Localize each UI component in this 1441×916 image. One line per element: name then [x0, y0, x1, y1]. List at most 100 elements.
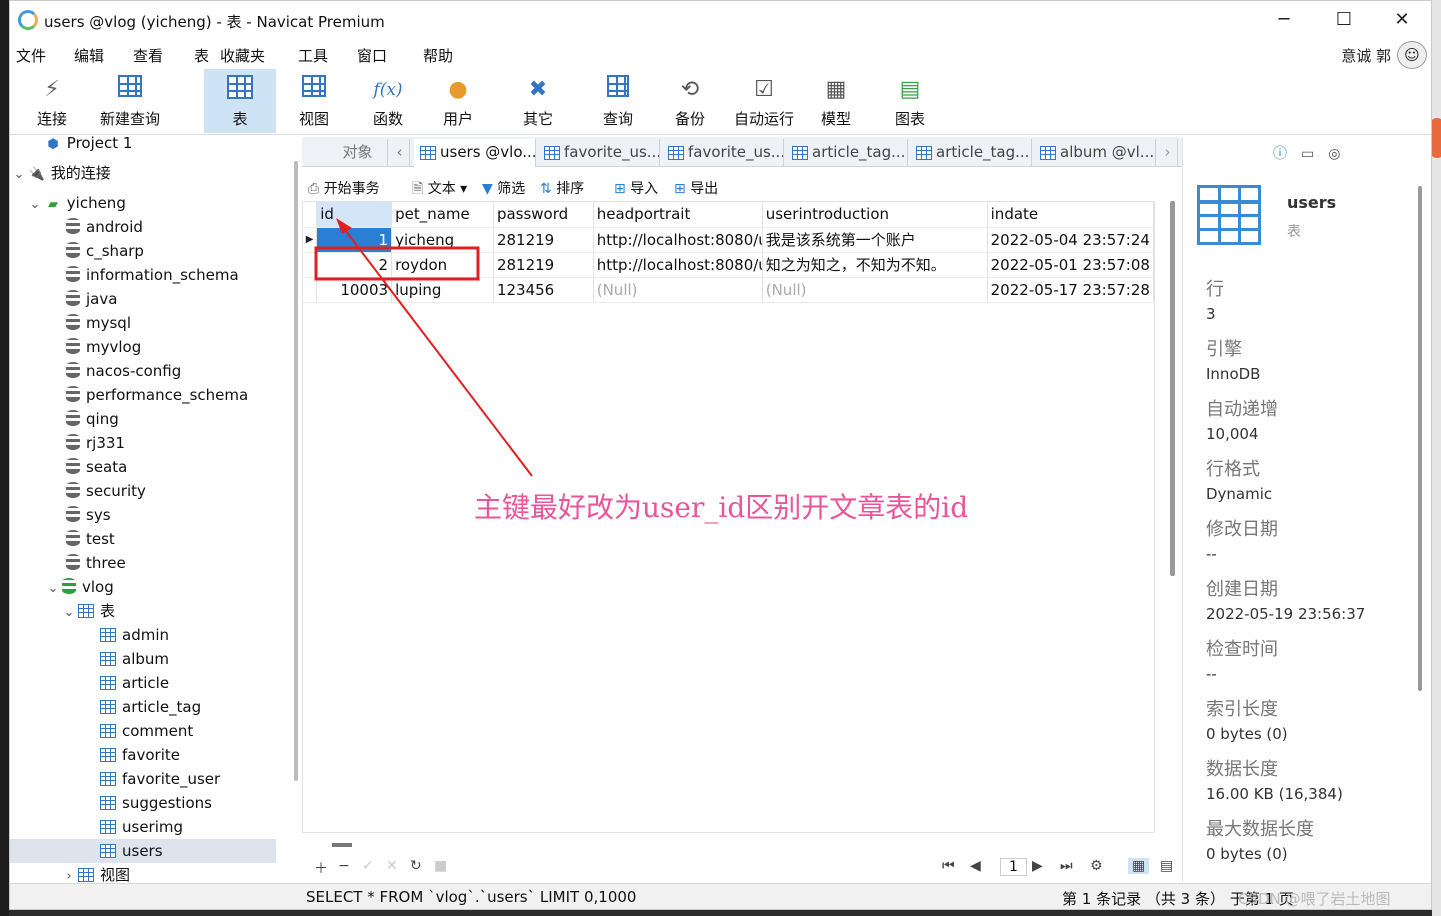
- tree-table[interactable]: favorite_user: [100, 767, 220, 791]
- cell-password[interactable]: 281219: [493, 252, 594, 278]
- apply-changes-icon[interactable]: ✓: [362, 858, 374, 874]
- connect-button[interactable]: ⚡ 连接: [26, 69, 78, 133]
- tree-scrollbar[interactable]: [294, 161, 298, 781]
- filter-button[interactable]: ▼ 筛选: [482, 178, 525, 198]
- tree-db[interactable]: nacos-config: [66, 359, 181, 383]
- chart-button[interactable]: ▤ 图表: [882, 69, 938, 133]
- menu-favorites[interactable]: 收藏夹: [220, 45, 265, 66]
- tree-connection-yicheng[interactable]: ⌄ ▰ yicheng: [26, 191, 126, 215]
- cell-indate[interactable]: 2022-05-17 23:57:28: [987, 277, 1155, 303]
- menu-help[interactable]: 帮助: [423, 45, 453, 66]
- begin-transaction-button[interactable]: ⎙ 开始事务: [308, 178, 380, 198]
- table-row[interactable]: ▶ 1 yicheng 281219 http://localhost:8080…: [303, 227, 1155, 253]
- other-button[interactable]: ✖ 其它: [510, 69, 566, 133]
- delete-record-icon[interactable]: −: [338, 858, 350, 874]
- cell-userintroduction[interactable]: 我是该系统第一个账户: [762, 227, 988, 253]
- backup-button[interactable]: ⟲ 备份: [662, 69, 718, 133]
- cell-userintroduction[interactable]: 知之为知之，不知为不知。: [762, 252, 988, 278]
- next-page-icon[interactable]: ▶: [1032, 858, 1043, 874]
- tree-db[interactable]: mysql: [66, 311, 131, 335]
- tree-db[interactable]: seata: [66, 455, 127, 479]
- cell-headportrait[interactable]: http://localhost:8080/u: [593, 252, 763, 278]
- refresh-icon[interactable]: ↻: [410, 858, 422, 874]
- query-button[interactable]: 查询: [590, 69, 646, 133]
- last-page-icon[interactable]: ⏭: [1060, 858, 1073, 874]
- tab-article-tag-1[interactable]: article_tag...: [786, 139, 908, 167]
- user-name[interactable]: 意诚 郭: [1341, 45, 1391, 66]
- tree-db[interactable]: android: [66, 215, 143, 239]
- prev-page-icon[interactable]: ◀: [970, 858, 981, 874]
- cell-password[interactable]: 281219: [493, 227, 594, 253]
- info-scrollbar[interactable]: [1418, 186, 1422, 691]
- close-button[interactable]: ✕: [1382, 7, 1422, 33]
- tree-db[interactable]: security: [66, 479, 146, 503]
- tree-my-connections[interactable]: ⌄ 🔌 我的连接: [10, 161, 111, 185]
- column-header-password[interactable]: password: [493, 202, 594, 228]
- tab-favorite-user-2[interactable]: favorite_us...: [662, 139, 784, 167]
- tree-project[interactable]: ⬢ Project 1: [44, 131, 132, 155]
- column-header-pet-name[interactable]: pet_name: [391, 202, 494, 228]
- ddl-icon[interactable]: ▭: [1301, 146, 1314, 162]
- tree-table[interactable]: article: [100, 671, 169, 695]
- menu-tools[interactable]: 工具: [298, 45, 328, 66]
- avatar[interactable]: ☺: [1397, 41, 1427, 69]
- table-button[interactable]: 表: [204, 69, 276, 133]
- cell-userintroduction[interactable]: (Null): [762, 277, 988, 303]
- tree-tables-folder[interactable]: ⌄ 表: [60, 599, 115, 623]
- tree-db[interactable]: c_sharp: [66, 239, 144, 263]
- menu-view[interactable]: 查看: [133, 45, 163, 66]
- tree-table[interactable]: suggestions: [100, 791, 212, 815]
- tree-db-vlog[interactable]: ⌄ vlog: [44, 575, 114, 599]
- cell-indate[interactable]: 2022-05-01 23:57:08: [987, 252, 1155, 278]
- table-row[interactable]: 10003 luping 123456 (Null) (Null) 2022-0…: [303, 277, 1155, 303]
- menu-file[interactable]: 文件: [16, 45, 46, 66]
- preview-icon[interactable]: ◎: [1328, 146, 1340, 162]
- auto-run-button[interactable]: ☑ 自动运行: [728, 69, 800, 133]
- tree-table[interactable]: userimg: [100, 815, 183, 839]
- view-button[interactable]: 视图: [286, 69, 342, 133]
- settings-gear-icon[interactable]: ⚙: [1090, 858, 1103, 874]
- function-button[interactable]: f(x) 函数: [360, 69, 416, 133]
- column-header-headportrait[interactable]: headportrait: [593, 202, 763, 228]
- tab-scroll-right[interactable]: ›: [1158, 139, 1178, 167]
- tree-db[interactable]: qing: [66, 407, 119, 431]
- cell-indate[interactable]: 2022-05-04 23:57:24: [987, 227, 1155, 253]
- tree-db[interactable]: rj331: [66, 431, 125, 455]
- column-header-indate[interactable]: indate: [987, 202, 1155, 228]
- first-page-icon[interactable]: ⏮: [942, 858, 955, 874]
- menu-table[interactable]: 表: [194, 45, 209, 66]
- cell-headportrait[interactable]: http://localhost:8080/u: [593, 227, 763, 253]
- tree-table-users[interactable]: users: [10, 839, 276, 863]
- tree-db[interactable]: test: [66, 527, 115, 551]
- tree-db[interactable]: three: [66, 551, 126, 575]
- discard-changes-icon[interactable]: ✕: [386, 858, 398, 874]
- tree-db[interactable]: sys: [66, 503, 111, 527]
- maximize-button[interactable]: ☐: [1324, 7, 1364, 33]
- tab-article-tag-2[interactable]: article_tag...: [910, 139, 1032, 167]
- tree-db[interactable]: java: [66, 287, 117, 311]
- user-button[interactable]: ● 用户: [430, 69, 486, 133]
- menu-edit[interactable]: 编辑: [74, 45, 104, 66]
- tab-objects[interactable]: 对象: [302, 139, 388, 167]
- cell-pet-name[interactable]: yicheng: [391, 227, 494, 253]
- tree-table[interactable]: album: [100, 647, 169, 671]
- add-record-icon[interactable]: ＋: [314, 858, 328, 878]
- cell-pet-name[interactable]: roydon: [391, 252, 494, 278]
- tree-table[interactable]: admin: [100, 623, 169, 647]
- tree-db[interactable]: performance_schema: [66, 383, 248, 407]
- cell-password[interactable]: 123456: [493, 277, 594, 303]
- tab-users[interactable]: users @vlo...: [414, 139, 536, 167]
- export-button[interactable]: ⊞ 导出: [674, 178, 718, 198]
- tab-album[interactable]: album @vl...: [1034, 139, 1156, 167]
- page-number-input[interactable]: 1: [1000, 858, 1027, 876]
- grid-scrollbar[interactable]: [1170, 201, 1175, 576]
- info-icon[interactable]: ⓘ: [1273, 146, 1287, 162]
- menu-window[interactable]: 窗口: [357, 45, 387, 66]
- stop-icon[interactable]: ■: [434, 858, 447, 874]
- tree-table[interactable]: comment: [100, 719, 193, 743]
- table-row[interactable]: 2 roydon 281219 http://localhost:8080/u …: [303, 252, 1155, 278]
- sort-button[interactable]: ⇅ 排序: [540, 178, 584, 198]
- tree-db[interactable]: information_schema: [66, 263, 239, 287]
- form-view-icon[interactable]: ▤: [1160, 858, 1173, 874]
- new-query-button[interactable]: 新建查询: [94, 69, 166, 133]
